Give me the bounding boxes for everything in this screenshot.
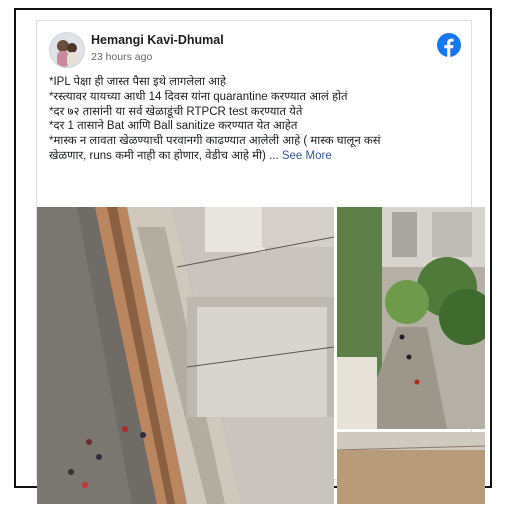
photo-rooftop-street-image <box>37 207 334 504</box>
post-author-name[interactable]: Hemangi Kavi-Dhumal <box>91 33 224 47</box>
post-line: *दर ७२ तासांनी या सर्व खेळाडूंची RTPCR t… <box>49 105 303 118</box>
photo-tree-lined-street-image <box>337 207 485 429</box>
photo-open-ground-image <box>337 432 485 504</box>
screenshot-frame: Hemangi Kavi-Dhumal 23 hours ago *IPL पे… <box>14 8 492 504</box>
post-line: *IPL पेक्षा ही जास्त पैसा इथे लागलेला आह… <box>49 76 227 88</box>
ellipsis: ... <box>265 149 282 162</box>
post-line: खेळणार, runs कमी नाही का होणार, वेडीच आह… <box>49 149 266 162</box>
post-timestamp[interactable]: 23 hours ago <box>91 51 152 63</box>
post-message: *IPL पेक्षा ही जास्त पैसा इथे लागलेला आह… <box>49 75 463 164</box>
facebook-post-card: Hemangi Kavi-Dhumal 23 hours ago *IPL पे… <box>36 20 485 504</box>
photo-rooftop-street[interactable] <box>37 207 334 504</box>
post-line: *दर 1 तासाने Bat आणि Ball sanitize करण्य… <box>49 120 298 133</box>
post-line-last: खेळणार, runs कमी नाही का होणार, वेडीच आह… <box>49 149 463 164</box>
photo-tree-lined-street[interactable] <box>337 207 485 429</box>
post-line: *रस्त्यावर यायच्या आधी 14 दिवस यांना qua… <box>49 90 348 103</box>
facebook-logo-icon[interactable] <box>437 33 461 57</box>
avatar[interactable] <box>49 32 85 68</box>
avatar-image <box>50 33 84 67</box>
see-more-link[interactable]: See More <box>282 150 332 162</box>
post-line: *मास्क न लावता खेळण्याची परवानगी काढण्या… <box>49 135 381 148</box>
photo-open-ground[interactable] <box>337 432 485 504</box>
